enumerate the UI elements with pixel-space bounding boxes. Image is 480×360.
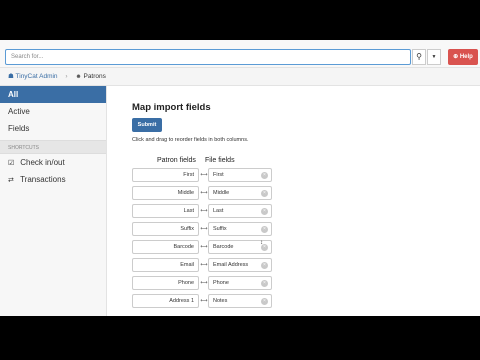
submit-button[interactable]: Submit bbox=[132, 118, 162, 132]
search-button[interactable]: ⚲ bbox=[412, 49, 426, 65]
breadcrumb-home-link[interactable]: ☗ TinyCat Admin bbox=[8, 73, 58, 80]
arrow-icon: ⟷ bbox=[200, 262, 208, 268]
file-field[interactable]: Notes × bbox=[208, 294, 272, 308]
file-field-label: Barcode bbox=[213, 244, 234, 250]
main-content: Map import fields Submit Click and drag … bbox=[107, 86, 480, 316]
page-title: Map import fields bbox=[132, 102, 211, 113]
patron-field[interactable]: Barcode bbox=[132, 240, 199, 254]
file-field-label: Suffix bbox=[213, 226, 227, 232]
sidebar-item-fields[interactable]: Fields bbox=[0, 120, 106, 137]
sidebar-item-label: Transactions bbox=[20, 175, 66, 184]
app-window: Search for... ⚲ ▼ ⊕ Help ☗ TinyCat Admin… bbox=[0, 40, 480, 316]
file-field-label: Phone bbox=[213, 280, 229, 286]
patron-field[interactable]: Phone bbox=[132, 276, 199, 290]
search-icon: ⚲ bbox=[416, 52, 422, 61]
patron-fields-header: Patron fields bbox=[157, 157, 196, 164]
users-icon: ☻ bbox=[75, 74, 82, 80]
file-fields-header: File fields bbox=[205, 157, 235, 164]
file-field[interactable]: First × bbox=[208, 168, 272, 182]
mapping-row: Middle ⟷ Middle × bbox=[132, 186, 272, 200]
patron-field[interactable]: Email bbox=[132, 258, 199, 272]
remove-icon[interactable]: × bbox=[261, 208, 268, 215]
help-button[interactable]: ⊕ Help bbox=[448, 49, 478, 65]
mapping-row: Email ⟷ Email Address × bbox=[132, 258, 272, 272]
mapping-row: Address 1 ⟷ Notes × bbox=[132, 294, 272, 308]
sidebar-item-check-in-out[interactable]: ☑ Check in/out bbox=[0, 154, 106, 171]
file-field[interactable]: Suffix × bbox=[208, 222, 272, 236]
exchange-icon: ⇄ bbox=[8, 177, 14, 184]
file-field[interactable]: Last × bbox=[208, 204, 272, 218]
remove-icon[interactable]: × bbox=[261, 280, 268, 287]
file-field-label: Last bbox=[213, 208, 224, 214]
file-field-label: Notes bbox=[213, 298, 228, 304]
mapping-row: Barcode ⟷ Barcode × bbox=[132, 240, 272, 254]
patron-field[interactable]: Middle bbox=[132, 186, 199, 200]
arrow-icon: ⟷ bbox=[200, 226, 208, 232]
sidebar: All Active Fields Shortcuts ☑ Check in/o… bbox=[0, 86, 107, 316]
file-field[interactable]: Email Address × bbox=[208, 258, 272, 272]
arrow-icon: ⟷ bbox=[200, 172, 208, 178]
file-field-label: First bbox=[213, 172, 224, 178]
search-input[interactable]: Search for... bbox=[5, 49, 411, 65]
mapping-row: Phone ⟷ Phone × bbox=[132, 276, 272, 290]
remove-icon[interactable]: × bbox=[261, 172, 268, 179]
file-field-label: Email Address bbox=[213, 262, 249, 268]
breadcrumb: ☗ TinyCat Admin › ☻ Patrons bbox=[0, 68, 480, 86]
chevron-right-icon: › bbox=[65, 73, 68, 80]
patron-field[interactable]: Address 1 bbox=[132, 294, 199, 308]
arrow-icon: ⟷ bbox=[200, 280, 208, 286]
instructions-text: Click and drag to reorder fields in both… bbox=[132, 137, 249, 143]
drag-handle-icon[interactable]: ↕ bbox=[260, 240, 263, 246]
mapping-row: Last ⟷ Last × bbox=[132, 204, 272, 218]
sidebar-shortcuts-heading: Shortcuts bbox=[0, 140, 106, 154]
chevron-down-icon: ▼ bbox=[431, 54, 437, 60]
remove-icon[interactable]: × bbox=[261, 262, 268, 269]
mapping-row: First ⟷ First × bbox=[132, 168, 272, 182]
patron-field[interactable]: Suffix bbox=[132, 222, 199, 236]
patron-field[interactable]: First bbox=[132, 168, 199, 182]
sidebar-item-transactions[interactable]: ⇄ Transactions bbox=[0, 171, 106, 188]
breadcrumb-current: Patrons bbox=[83, 73, 106, 80]
search-options-button[interactable]: ▼ bbox=[427, 49, 441, 65]
file-field-label: Middle bbox=[213, 190, 230, 196]
patron-field[interactable]: Last bbox=[132, 204, 199, 218]
sidebar-item-active[interactable]: Active bbox=[0, 103, 106, 120]
mapping-row: Suffix ⟷ Suffix × bbox=[132, 222, 272, 236]
remove-icon[interactable]: × bbox=[261, 298, 268, 305]
file-field[interactable]: Phone × bbox=[208, 276, 272, 290]
arrow-icon: ⟷ bbox=[200, 298, 208, 304]
top-search-bar: Search for... ⚲ ▼ ⊕ Help bbox=[0, 40, 480, 68]
sidebar-item-all[interactable]: All bbox=[0, 86, 106, 103]
arrow-icon: ⟷ bbox=[200, 190, 208, 196]
checkbox-icon: ☑ bbox=[8, 160, 15, 167]
arrow-icon: ⟷ bbox=[200, 208, 208, 214]
sidebar-item-label: Check in/out bbox=[20, 158, 65, 167]
arrow-icon: ⟷ bbox=[200, 244, 208, 250]
remove-icon[interactable]: × bbox=[261, 190, 268, 197]
file-field[interactable]: Middle × bbox=[208, 186, 272, 200]
remove-icon[interactable]: × bbox=[261, 226, 268, 233]
